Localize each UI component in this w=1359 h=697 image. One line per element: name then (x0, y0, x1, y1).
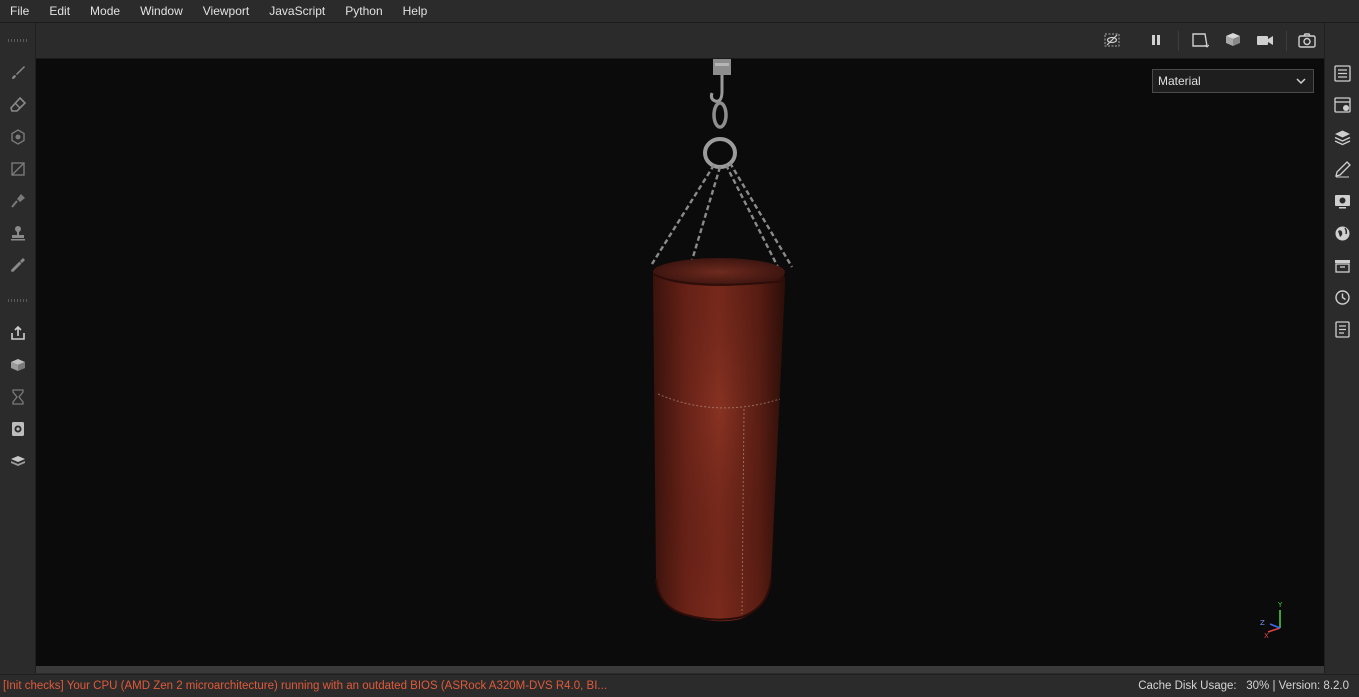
toolbar-grip[interactable] (8, 39, 28, 42)
axis-z-label: Z (1260, 619, 1265, 627)
polygon-fill-icon[interactable] (6, 157, 30, 181)
color-picker-icon[interactable] (6, 253, 30, 277)
menu-file[interactable]: File (0, 0, 39, 22)
history-icon[interactable] (1330, 285, 1354, 309)
status-separator: | (1272, 680, 1276, 692)
2d-view-icon[interactable] (1188, 29, 1212, 51)
log-icon[interactable] (1330, 317, 1354, 341)
texture-set-settings-icon[interactable] (1330, 93, 1354, 117)
axis-x-label: X (1264, 632, 1269, 638)
texture-set-icon[interactable] (6, 449, 30, 473)
export-icon[interactable] (6, 321, 30, 345)
eraser-icon[interactable] (6, 93, 30, 117)
status-message[interactable]: [Init checks] Your CPU (AMD Zen 2 microa… (3, 675, 607, 697)
hourglass-icon[interactable] (6, 385, 30, 409)
shading-mode-value: Material (1158, 74, 1201, 88)
smudge-icon[interactable] (6, 189, 30, 213)
menu-viewport[interactable]: Viewport (193, 0, 259, 22)
separator (1286, 31, 1287, 51)
cache-disk-value: 30% (1246, 680, 1270, 692)
status-info: Cache Disk Usage: 30% | Version: 8.2.0 (1138, 675, 1349, 697)
pause-icon[interactable] (1144, 29, 1168, 51)
viewport-scrollbar[interactable] (36, 666, 1324, 673)
separator (1178, 31, 1179, 51)
projection-icon[interactable] (6, 125, 30, 149)
viewport-header (36, 23, 1324, 59)
menu-window[interactable]: Window (130, 0, 193, 22)
version-value: 8.2.0 (1323, 680, 1349, 692)
3d-viewport[interactable]: Material Y Z X (36, 59, 1324, 666)
shading-mode-dropdown[interactable]: Material (1152, 69, 1314, 93)
properties-icon[interactable] (1330, 157, 1354, 181)
screenshot-icon[interactable] (1295, 29, 1319, 51)
assets-shelf-icon[interactable] (1330, 253, 1354, 277)
display-settings-icon[interactable] (1330, 189, 1354, 213)
version-label: Version: (1278, 680, 1321, 692)
environment-icon[interactable] (1330, 221, 1354, 245)
menu-edit[interactable]: Edit (39, 0, 80, 22)
clone-stamp-icon[interactable] (6, 221, 30, 245)
display-settings-icon[interactable] (6, 417, 30, 441)
layers-icon[interactable] (1330, 125, 1354, 149)
menu-python[interactable]: Python (335, 0, 392, 22)
left-toolbar (0, 23, 36, 673)
right-toolbar (1324, 23, 1359, 673)
axis-y-label: Y (1277, 601, 1283, 609)
menu-bar: File Edit Mode Window Viewport JavaScrip… (0, 0, 1359, 23)
menu-mode[interactable]: Mode (80, 0, 130, 22)
menu-javascript[interactable]: JavaScript (259, 0, 335, 22)
axis-gizmo: Y Z X (1260, 601, 1283, 638)
layers-list-icon[interactable] (1330, 61, 1354, 85)
3d-view-icon[interactable] (1221, 29, 1245, 51)
hide-ui-icon[interactable] (1100, 29, 1124, 51)
bake-icon[interactable] (6, 353, 30, 377)
chevron-down-icon (1296, 78, 1306, 85)
toolbar-grip[interactable] (8, 299, 28, 302)
camera-icon[interactable] (1253, 29, 1277, 51)
paint-brush-icon[interactable] (6, 61, 30, 85)
status-bar: [Init checks] Your CPU (AMD Zen 2 microa… (0, 674, 1359, 697)
menu-help[interactable]: Help (393, 0, 438, 22)
punching-bag-model (650, 59, 794, 622)
cache-disk-label: Cache Disk Usage: (1138, 680, 1237, 692)
